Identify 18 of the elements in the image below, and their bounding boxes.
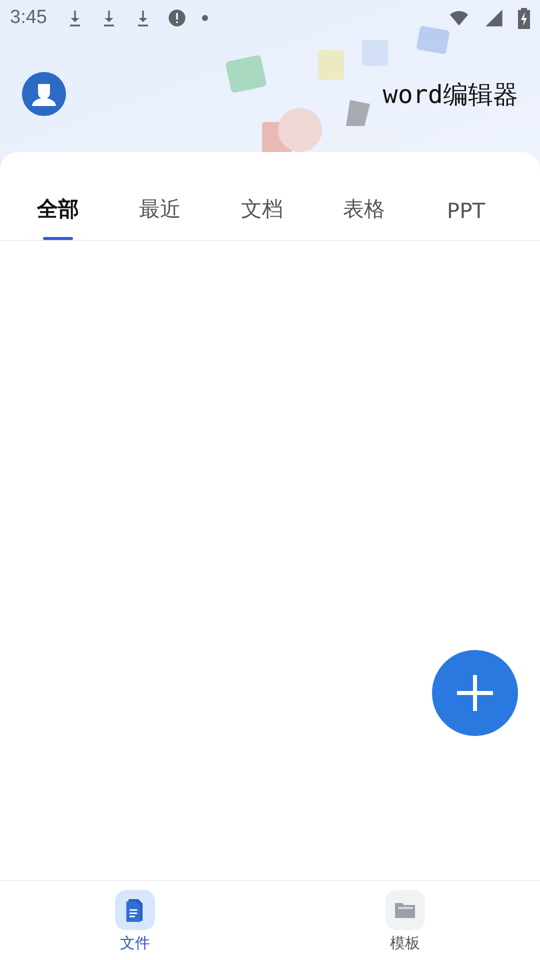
category-tab[interactable]: 表格: [313, 152, 415, 240]
signal-icon: [484, 8, 504, 28]
nav-label[interactable]: 模板: [390, 934, 420, 953]
category-tab[interactable]: 最近: [109, 152, 211, 240]
status-time: 3:45: [10, 7, 47, 29]
category-tab[interactable]: 文档: [211, 152, 313, 240]
nav-icon-tile[interactable]: [385, 890, 425, 930]
nav-icon-tile[interactable]: [115, 890, 155, 930]
plus-icon: [455, 673, 495, 713]
app-title: word编辑器: [382, 78, 518, 110]
wifi-icon: [448, 8, 470, 28]
nav-label[interactable]: 文件: [120, 934, 150, 953]
dot-icon: [200, 14, 209, 22]
category-tab[interactable]: PPT: [415, 152, 517, 240]
alert-icon: [166, 8, 187, 28]
category-tab[interactable]: 全部: [7, 152, 109, 240]
avatar-icon[interactable]: [22, 72, 66, 116]
battery-icon: [518, 7, 530, 29]
